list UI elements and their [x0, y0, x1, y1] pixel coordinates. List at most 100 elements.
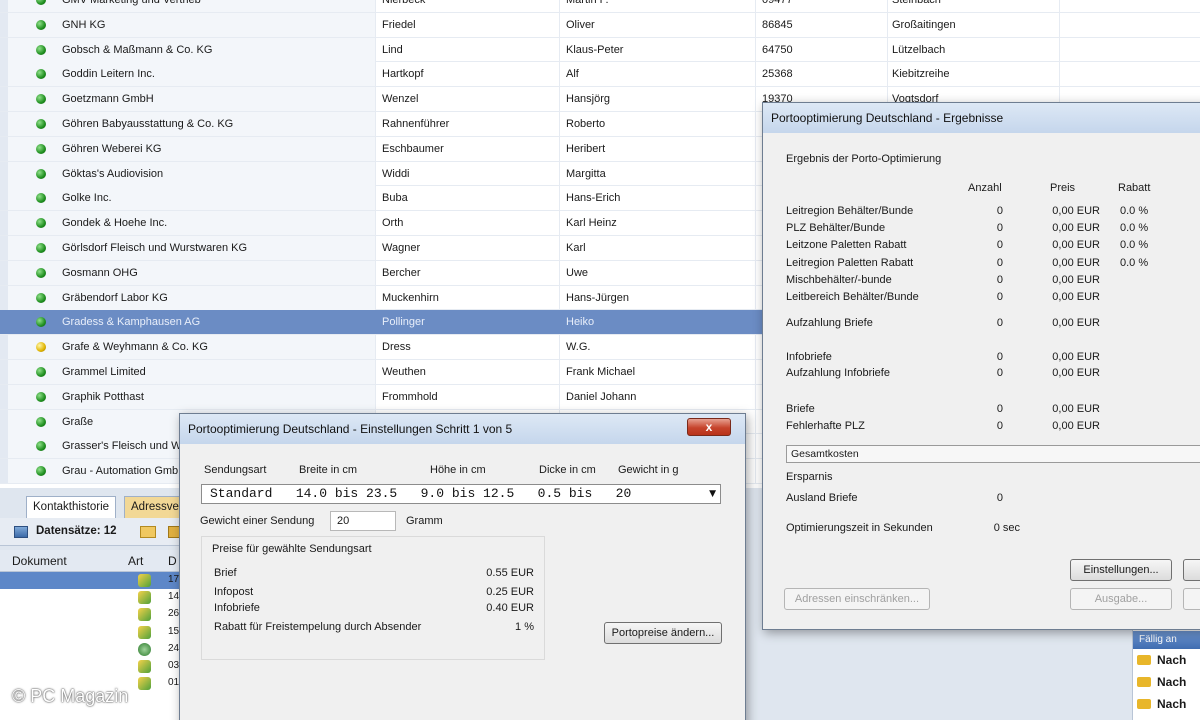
firstname-cell: Margitta [560, 161, 756, 186]
company-name: Grasser's Fleisch und W [62, 440, 182, 453]
row-marker [0, 236, 8, 260]
document-row[interactable]: 26 [0, 606, 185, 623]
document-row[interactable]: 14 [0, 589, 185, 606]
document-row[interactable]: 15 [0, 624, 185, 641]
close-button[interactable]: x [687, 418, 731, 436]
result-label: Aufzahlung Infobriefe [786, 367, 890, 379]
price-value: 0.40 EUR [486, 602, 534, 614]
firstname-cell: Heribert [560, 136, 756, 161]
result-count: 0 [996, 205, 1003, 217]
company-name: Grau - Automation Gmb [62, 465, 179, 478]
prices-box: Preise für gewählte Sendungsart Brief 0.… [201, 536, 545, 660]
gewicht-label: Gewicht einer Sendung [200, 515, 315, 527]
chevron-down-icon[interactable]: ▼ [709, 485, 716, 503]
records-count: Datensätze: 12 [36, 525, 117, 537]
einstellungen-button[interactable]: Einstellungen... [1070, 559, 1172, 581]
status-icon [36, 218, 46, 229]
status-icon [36, 441, 46, 452]
firstname-cell: Hans-Erich [560, 186, 756, 211]
results-section-label: Ergebnis der Porto-Optimierung [786, 153, 942, 165]
company-cell: Göhren Babyausstattung & Co. KG [8, 112, 376, 136]
task-icon [1137, 699, 1151, 709]
firstname-cell: Uwe [560, 260, 756, 285]
folder-icon[interactable] [140, 526, 156, 538]
extra-button-2[interactable] [1183, 588, 1200, 610]
name-cell: Pollinger [376, 310, 560, 335]
document-date: 03 [168, 660, 180, 671]
row-marker [0, 409, 8, 434]
price-label: Infobriefe [214, 602, 260, 614]
row-marker [0, 37, 8, 62]
adressen-einschraenken-button[interactable]: Adressen einschränken... [784, 588, 930, 610]
row-marker [0, 112, 8, 136]
result-price: 0,00 EUR [1052, 351, 1100, 363]
company-cell: GNH KG [8, 12, 376, 37]
row-marker [0, 384, 8, 409]
document-date: 26 [168, 608, 180, 620]
due-item[interactable]: Nach [1137, 697, 1200, 715]
col-document[interactable]: Dokument [12, 554, 67, 568]
document-row[interactable]: 03 [0, 658, 185, 675]
zip-cell: 64750 [756, 37, 888, 62]
result-price: 0,00 EUR [1052, 257, 1100, 269]
company-cell: Gräbendorf Labor KG [8, 285, 376, 310]
document-list-header: Dokument Art D [0, 550, 185, 572]
status-icon [36, 94, 46, 105]
results-dialog-body: Ergebnis der Porto-Optimierung Anzahl Pr… [770, 133, 1200, 629]
price-label: Rabatt für Freistempelung durch Absender [214, 621, 422, 633]
firstname-cell: Hansjörg [560, 87, 756, 112]
document-type-icon [138, 677, 151, 691]
result-label: PLZ Behälter/Bunde [786, 222, 886, 234]
gewicht-input[interactable]: 20 [330, 511, 396, 531]
result-label: Infobriefe [786, 351, 832, 363]
status-icon [36, 243, 46, 253]
col-date[interactable]: D [168, 554, 177, 568]
price-value: 1 % [515, 621, 534, 633]
name-cell: Frommhold [376, 384, 560, 409]
ausgabe-button[interactable]: Ausgabe... [1070, 588, 1172, 610]
header-gewicht: Gewicht in g [618, 464, 679, 476]
table-row[interactable]: Gobsch & Maßmann & Co. KG Lind Klaus-Peter… [0, 37, 1200, 63]
name-cell: Weuthen [376, 360, 560, 384]
col-type[interactable]: Art [128, 554, 143, 568]
status-icon [36, 143, 46, 154]
company-cell: Görlsdorf Fleisch und Wurstwaren KG [8, 236, 376, 260]
company-name: Golke Inc. [62, 192, 112, 205]
results-dialog-title: Portooptimierung Deutschland - Ergebniss… [763, 103, 1200, 133]
table-row[interactable]: GNH KG Friedel Oliver 86845 Großaitingen [0, 12, 1200, 38]
result-price: 0,00 EUR [1052, 291, 1100, 303]
company-cell: Gondek & Hoehe Inc. [8, 211, 376, 236]
tab-kontakthistorie[interactable]: Kontakthistorie [26, 496, 117, 518]
result-label: Leitregion Behälter/Bunde [786, 205, 914, 217]
sendungsart-select[interactable]: Standard 14.0 bis 23.5 9.0 bis 12.5 0.5 … [201, 484, 721, 504]
row-marker [0, 161, 8, 186]
company-name: Graße [62, 415, 94, 428]
firstname-cell: Roberto [560, 112, 756, 136]
name-cell: Bercher [376, 260, 560, 285]
col-anzahl: Anzahl [968, 182, 1002, 194]
due-item[interactable]: Nach [1137, 653, 1200, 671]
price-label: Infopost [214, 586, 254, 598]
status-icon [36, 267, 46, 278]
tab-adressverwaltung[interactable]: Adressve [124, 496, 186, 518]
result-count: 0 [996, 367, 1003, 379]
document-row[interactable]: 24 [0, 641, 185, 658]
portopreise-button[interactable]: Portopreise ändern... [604, 622, 722, 644]
due-item[interactable]: Nach [1137, 675, 1200, 693]
row-marker [0, 434, 8, 459]
company-name: GMV Marketing und Vertrieb [62, 0, 201, 6]
firstname-cell: Frank Michael [560, 360, 756, 384]
document-row[interactable]: 17 [0, 572, 185, 589]
gewicht-unit: Gramm [406, 515, 443, 527]
table-row[interactable]: GMV Marketing und Vertrieb Nierbeck Martin… [0, 0, 1200, 13]
prices-box-label: Preise für gewählte Sendungsart [212, 543, 372, 555]
company-cell: Goddin Leitern Inc. [8, 62, 376, 87]
company-cell: Gobsch & Maßmann & Co. KG [8, 37, 376, 62]
price-value: 0.25 EUR [486, 586, 534, 598]
document-type-icon [138, 591, 151, 605]
name-cell: Dress [376, 335, 560, 360]
result-price: 0,00 EUR [1052, 317, 1100, 329]
extra-button[interactable] [1183, 559, 1200, 581]
table-row[interactable]: Goddin Leitern Inc. Hartkopf Alf 25368 Kiebi… [0, 62, 1200, 88]
task-icon [1137, 655, 1151, 665]
